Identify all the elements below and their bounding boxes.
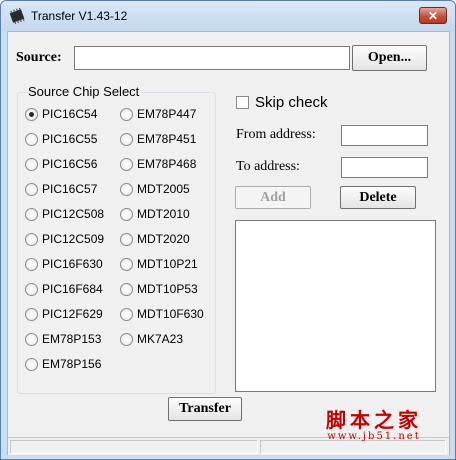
chip-radio-label: PIC16C56 [42, 157, 98, 171]
chip-radio-em78p468[interactable]: EM78P468 [120, 157, 196, 171]
open-button[interactable]: Open... [352, 45, 427, 71]
radio-dot[interactable] [120, 157, 133, 171]
chip-radio-pic12c509[interactable]: PIC12C509 [25, 232, 104, 246]
chip-radio-pic16f630[interactable]: PIC16F630 [25, 257, 103, 271]
chip-radio-label: MDT2020 [137, 232, 190, 246]
chip-radio-label: PIC12F629 [42, 307, 103, 321]
title-bar[interactable]: Transfer V1.43-12 ✕ [1, 1, 455, 31]
radio-dot[interactable] [120, 132, 133, 146]
group-title: Source Chip Select [27, 84, 141, 99]
chip-radio-mdt10p21[interactable]: MDT10P21 [120, 257, 198, 271]
chip-radio-mdt2005[interactable]: MDT2005 [120, 182, 190, 196]
chip-radio-label: MDT10F630 [137, 307, 204, 321]
chip-radio-pic12c508[interactable]: PIC12C508 [25, 207, 104, 221]
radio-dot[interactable] [25, 207, 38, 221]
close-button[interactable]: ✕ [419, 7, 447, 24]
chip-radio-label: PIC16C57 [42, 182, 98, 196]
chip-radio-label: MDT2010 [137, 207, 190, 221]
add-button[interactable]: Add [235, 186, 311, 209]
watermark-url: www.jb51.net [327, 431, 421, 442]
radio-dot[interactable] [120, 182, 133, 196]
transfer-button[interactable]: Transfer [168, 397, 242, 421]
radio-dot[interactable] [25, 357, 38, 371]
chip-radio-label: MDT2005 [137, 182, 190, 196]
radio-dot[interactable] [120, 307, 133, 321]
checkbox-box[interactable] [236, 96, 249, 109]
status-pane-2 [260, 440, 446, 454]
chip-radio-mdt10p53[interactable]: MDT10P53 [120, 282, 198, 296]
chip-radio-pic16c55[interactable]: PIC16C55 [25, 132, 97, 146]
skip-check-checkbox[interactable]: Skip check [236, 94, 328, 111]
chip-radio-label: PIC16C54 [42, 107, 98, 121]
chip-radio-pic16f684[interactable]: PIC16F684 [25, 282, 103, 296]
address-listbox[interactable] [235, 220, 436, 392]
chip-radio-mdt10f630[interactable]: MDT10F630 [120, 307, 204, 321]
radio-dot[interactable] [25, 182, 38, 196]
chip-radio-pic16c57[interactable]: PIC16C57 [25, 182, 97, 196]
chip-radio-em78p156[interactable]: EM78P156 [25, 357, 101, 371]
radio-dot[interactable] [25, 307, 38, 321]
chip-icon [9, 8, 25, 24]
window-title: Transfer V1.43-12 [31, 9, 128, 23]
watermark-logo: 脚本之家 www.jb51.net [304, 404, 444, 442]
radio-dot[interactable] [25, 257, 38, 271]
radio-dot[interactable] [120, 232, 133, 246]
chip-radio-label: MDT10P21 [137, 257, 198, 271]
radio-dot[interactable] [25, 157, 38, 171]
chip-radio-mdt2020[interactable]: MDT2020 [120, 232, 190, 246]
chip-radio-pic16c54[interactable]: PIC16C54 [25, 107, 97, 121]
chip-radio-label: EM78P451 [137, 132, 197, 146]
radio-dot[interactable] [25, 107, 38, 121]
chip-radio-label: MDT10P53 [137, 282, 198, 296]
chip-radio-pic16c56[interactable]: PIC16C56 [25, 157, 97, 171]
radio-dot[interactable] [120, 257, 133, 271]
to-address-label: To address: [236, 159, 300, 174]
chip-radio-em78p451[interactable]: EM78P451 [120, 132, 196, 146]
chip-radio-label: EM78P468 [137, 157, 197, 171]
watermark-title: 脚本之家 [326, 408, 422, 432]
delete-button[interactable]: Delete [340, 186, 416, 209]
from-address-input[interactable] [341, 125, 428, 146]
radio-dot[interactable] [120, 207, 133, 221]
source-chip-select-group: Source Chip Select PIC16C54 PIC16C55 PIC16… [17, 84, 216, 394]
source-input[interactable] [74, 46, 350, 70]
to-address-input[interactable] [341, 157, 428, 178]
status-pane-1 [10, 440, 258, 454]
chip-radio-mk7a23[interactable]: MK7A23 [120, 332, 183, 346]
close-icon: ✕ [427, 8, 439, 23]
chip-radio-mdt2010[interactable]: MDT2010 [120, 207, 190, 221]
dialog-client-area: Source: Open... Source Chip Select PIC16… [7, 31, 450, 455]
chip-radio-label: PIC12C509 [42, 232, 105, 246]
radio-dot[interactable] [25, 332, 38, 346]
skip-check-label: Skip check [255, 94, 328, 111]
source-label: Source: [16, 50, 62, 65]
radio-dot[interactable] [120, 282, 133, 296]
chip-radio-em78p153[interactable]: EM78P153 [25, 332, 101, 346]
radio-dot[interactable] [120, 107, 133, 121]
chip-radio-label: EM78P153 [42, 332, 102, 346]
radio-dot[interactable] [120, 332, 133, 346]
chip-radio-label: PIC12C508 [42, 207, 105, 221]
chip-radio-label: EM78P156 [42, 357, 102, 371]
app-window: Transfer V1.43-12 ✕ Source: Open... Sour… [0, 0, 456, 460]
chip-radio-label: PIC16F684 [42, 282, 103, 296]
chip-radio-label: EM78P447 [137, 107, 197, 121]
radio-dot[interactable] [25, 232, 38, 246]
radio-dot[interactable] [25, 132, 38, 146]
chip-radio-em78p447[interactable]: EM78P447 [120, 107, 196, 121]
from-address-label: From address: [236, 127, 316, 142]
radio-dot[interactable] [25, 282, 38, 296]
chip-radio-label: PIC16F630 [42, 257, 103, 271]
chip-radio-label: MK7A23 [137, 332, 184, 346]
chip-radio-pic12f629[interactable]: PIC12F629 [25, 307, 103, 321]
chip-radio-label: PIC16C55 [42, 132, 98, 146]
